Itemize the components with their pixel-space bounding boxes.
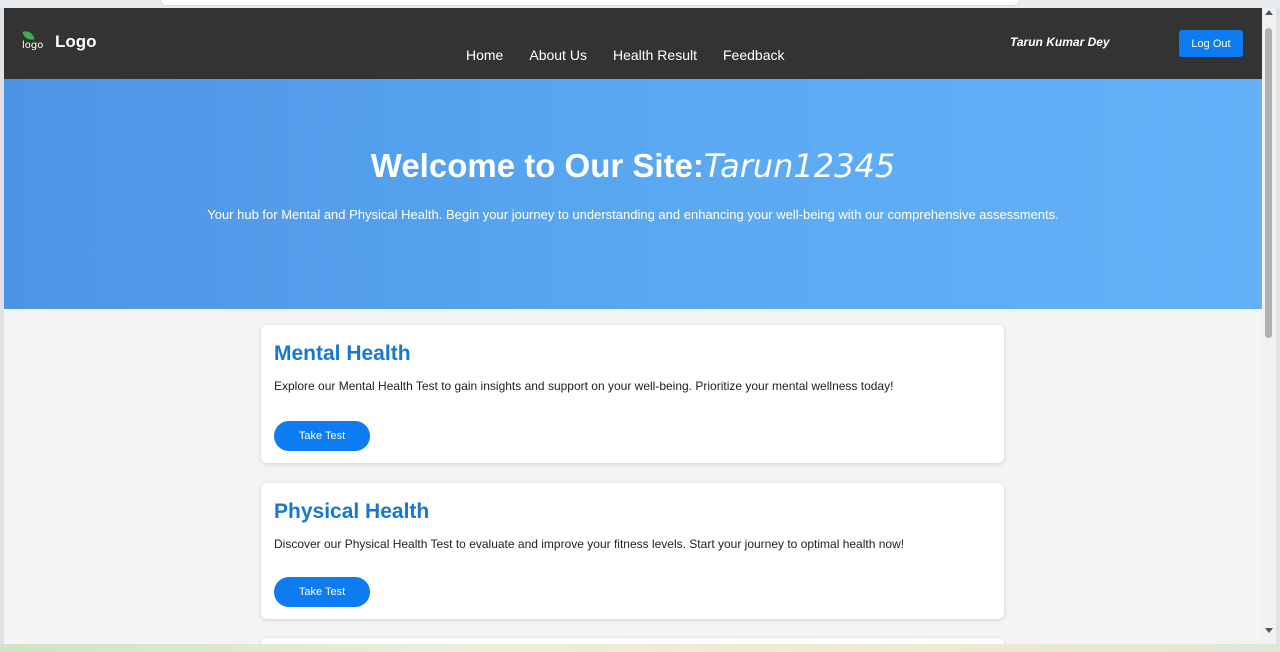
- physical-health-card: Physical Health Discover our Physical He…: [261, 483, 1004, 619]
- scroll-up-arrow-icon[interactable]: [1265, 10, 1273, 15]
- browser-top-strip: [0, 0, 1280, 8]
- nav-link-health-result[interactable]: Health Result: [613, 47, 697, 63]
- mental-health-card: Mental Health Explore our Mental Health …: [261, 325, 1004, 463]
- hero-title-prefix: Welcome to Our Site:: [370, 147, 704, 184]
- hero-banner: Welcome to Our Site:Tarun12345 Your hub …: [4, 79, 1262, 309]
- hero-subtitle: Your hub for Mental and Physical Health.…: [207, 207, 1059, 222]
- vertical-scrollbar[interactable]: [1262, 8, 1276, 644]
- nav-link-about-us[interactable]: About Us: [529, 47, 587, 63]
- card-description-physical-health: Discover our Physical Health Test to eva…: [274, 537, 905, 551]
- hero-title: Welcome to Our Site:Tarun12345: [4, 147, 1262, 185]
- card-description-mental-health: Explore our Mental Health Test to gain i…: [274, 379, 894, 393]
- card-title-mental-health: Mental Health: [274, 342, 411, 365]
- logo-icon[interactable]: logo: [22, 28, 46, 56]
- browser-address-bar: [160, 0, 1020, 6]
- scrollbar-thumb[interactable]: [1265, 28, 1272, 338]
- navbar: logo Logo Home About Us Health Result Fe…: [4, 8, 1262, 79]
- main-nav: Home About Us Health Result Feedback: [466, 47, 784, 63]
- nav-link-home[interactable]: Home: [466, 47, 503, 63]
- nav-link-feedback[interactable]: Feedback: [723, 47, 784, 63]
- taskbar-strip: [0, 644, 1280, 652]
- take-test-physical-button[interactable]: Take Test: [274, 577, 370, 607]
- logo-text[interactable]: Logo: [55, 32, 97, 52]
- card-title-physical-health: Physical Health: [274, 500, 430, 523]
- take-test-mental-button[interactable]: Take Test: [274, 421, 370, 451]
- hero-username: Tarun12345: [703, 147, 896, 185]
- scroll-down-arrow-icon[interactable]: [1265, 628, 1273, 633]
- page-viewport: logo Logo Home About Us Health Result Fe…: [4, 8, 1262, 644]
- logout-button[interactable]: Log Out: [1179, 30, 1243, 57]
- user-name: Tarun Kumar Dey: [1010, 35, 1110, 49]
- logo-alt-text: logo: [22, 40, 44, 51]
